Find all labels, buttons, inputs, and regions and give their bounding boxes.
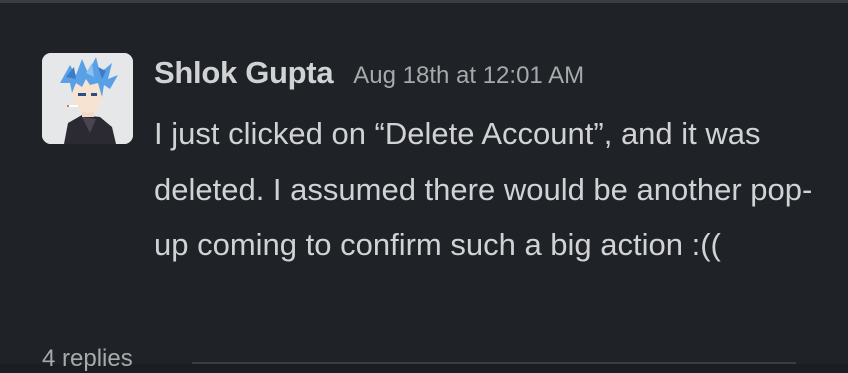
message-header: Shlok Gupta Aug 18th at 12:01 AM [154,55,584,95]
replies-link[interactable]: 4 replies [42,345,133,373]
author-name[interactable]: Shlok Gupta [154,55,334,91]
message-body: I just clicked on “Delete Account”, and … [154,116,813,262]
app-frame: Shlok Gupta Aug 18th at 12:01 AM I just … [0,0,848,372]
message-timestamp[interactable]: Aug 18th at 12:01 AM [353,62,584,90]
top-divider [0,0,848,3]
avatar[interactable] [42,53,133,144]
message-item[interactable]: Shlok Gupta Aug 18th at 12:01 AM I just … [0,3,848,372]
anime-avatar-icon [42,53,133,144]
